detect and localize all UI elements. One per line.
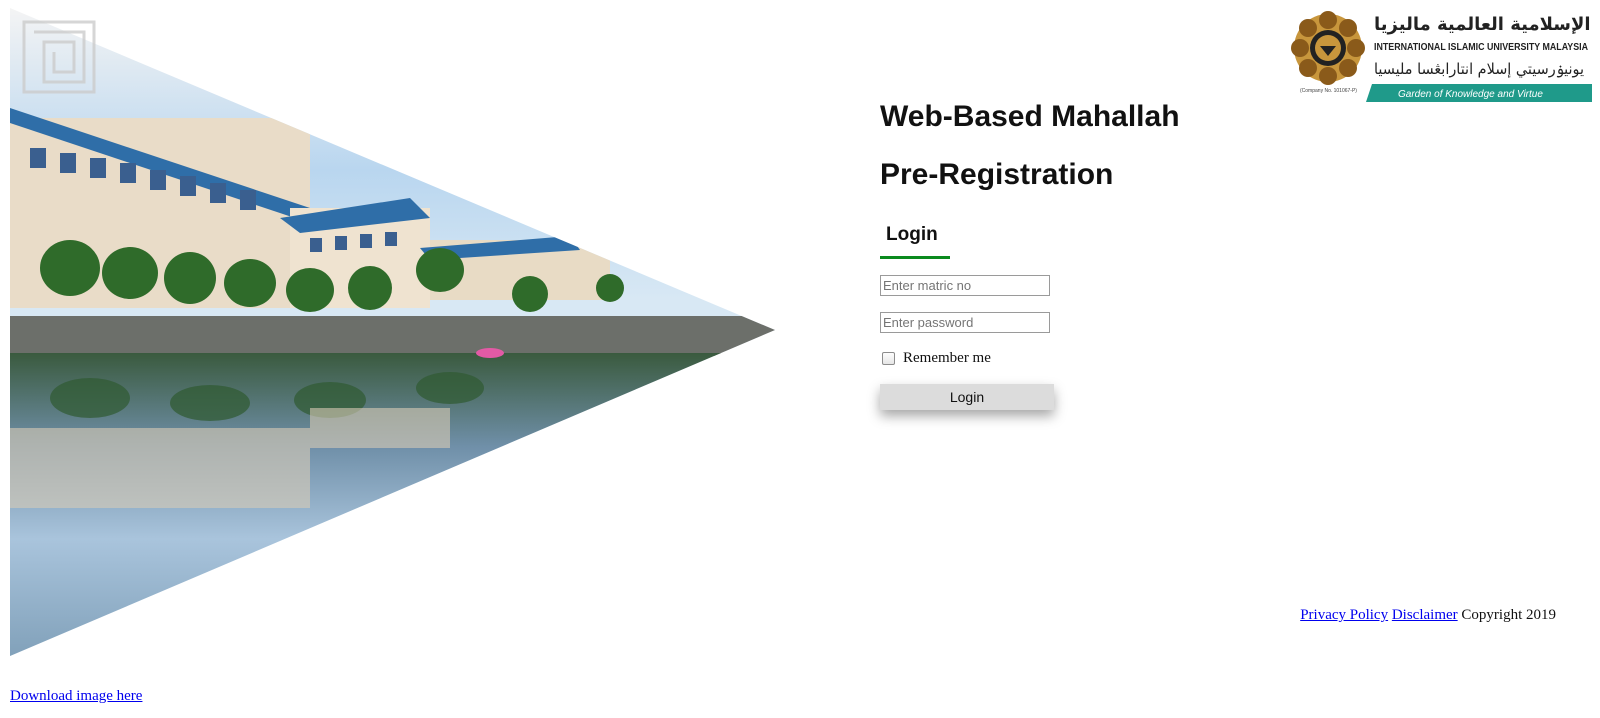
matric-input[interactable]	[880, 275, 1050, 296]
footer: Privacy Policy Disclaimer Copyright 2019	[1300, 607, 1556, 624]
privacy-policy-link[interactable]: Privacy Policy	[1300, 607, 1388, 623]
iium-logo: الجامعة الإسلامية العالمية ماليزيا INTER…	[1290, 8, 1600, 104]
logo-english-text: INTERNATIONAL ISLAMIC UNIVERSITY MALAYSI…	[1374, 41, 1588, 53]
logo-tagline: Garden of Knowledge and Virtue	[1398, 89, 1543, 100]
login-button[interactable]: Login	[880, 384, 1054, 410]
disclaimer-link[interactable]: Disclaimer	[1392, 607, 1458, 623]
campus-hero-image	[10, 8, 780, 656]
logo-jawi-text: يونيۏرسيتي إسلام انتارابڠسا مليسيا	[1374, 60, 1584, 79]
remember-me-checkbox[interactable]	[882, 352, 895, 365]
page-title-line1: Web-Based Mahallah	[880, 100, 1180, 133]
password-input[interactable]	[880, 312, 1050, 333]
remember-me-label: Remember me	[903, 350, 991, 366]
logo-company-no: (Company No. 101067-P)	[1300, 88, 1357, 94]
copyright-text: Copyright 2019	[1461, 607, 1556, 623]
download-image-link[interactable]: Download image here	[10, 688, 142, 705]
logo-arabic-text: الجامعة الإسلامية العالمية ماليزيا	[1374, 14, 1592, 35]
page-title-line2: Pre-Registration	[880, 158, 1114, 191]
login-tab: Login	[880, 224, 950, 259]
remember-me-row[interactable]: Remember me	[882, 350, 991, 367]
login-heading-label: Login	[886, 224, 938, 245]
